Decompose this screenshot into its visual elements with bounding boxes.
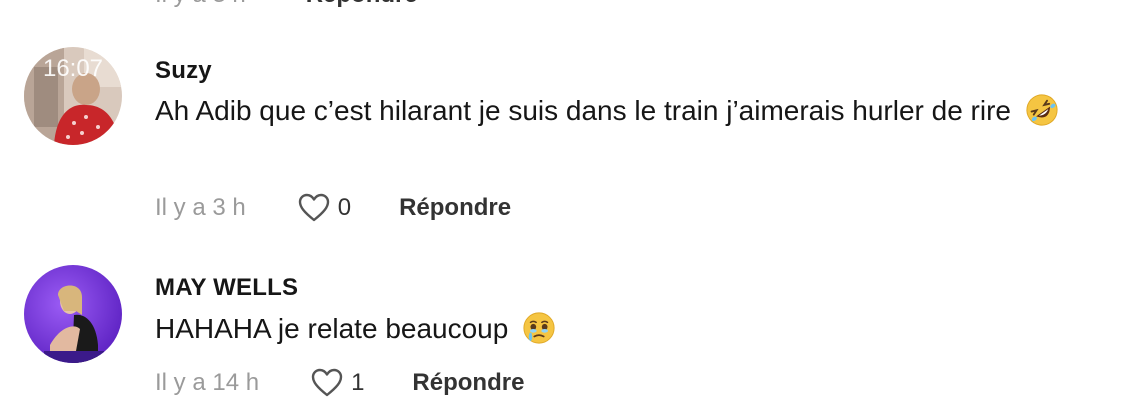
reply-button[interactable]: Répondre [399, 194, 511, 222]
previous-comment-time: Il y a 3 h [155, 0, 246, 9]
avatar[interactable] [24, 265, 122, 363]
comment-username[interactable]: MAY WELLS [155, 274, 298, 302]
avatar[interactable]: 16:07 [24, 47, 122, 145]
comment-time: Il y a 3 h [155, 194, 246, 221]
comments-list: Il y a 3 h Répondre 16:07 Suzy [0, 0, 1132, 414]
like-button[interactable]: 0 [298, 193, 351, 223]
comment-text-content: Ah Adib que c’est hilarant je suis dans … [155, 95, 1011, 126]
like-count: 0 [337, 194, 352, 221]
face-holding-back-tears-emoji-icon [523, 312, 555, 344]
comment-username[interactable]: Suzy [155, 57, 212, 85]
rolling-laughing-emoji-icon [1026, 94, 1058, 126]
heart-outline-icon [311, 368, 343, 397]
comment-time: Il y a 14 h [155, 369, 260, 396]
previous-comment-meta: Il y a 3 h Répondre [155, 0, 418, 9]
avatar-overlay-time: 16:07 [42, 55, 104, 82]
comment-meta: Il y a 14 h 1 Répondre [155, 367, 524, 399]
comment-text-content: HAHAHA je relate beaucoup [155, 313, 509, 344]
previous-comment-reply-button[interactable]: Répondre [306, 0, 418, 9]
heart-outline-icon [298, 193, 329, 222]
like-count: 1 [351, 369, 365, 396]
avatar-photo [24, 265, 122, 363]
reply-button[interactable]: Répondre [412, 369, 524, 397]
comment-meta: Il y a 3 h 0 Répondre [155, 192, 511, 224]
like-button[interactable]: 1 [311, 368, 364, 398]
comment-text: Ah Adib que c’est hilarant je suis dans … [155, 90, 1120, 132]
comment-text: HAHAHA je relate beaucoup [155, 308, 1120, 350]
